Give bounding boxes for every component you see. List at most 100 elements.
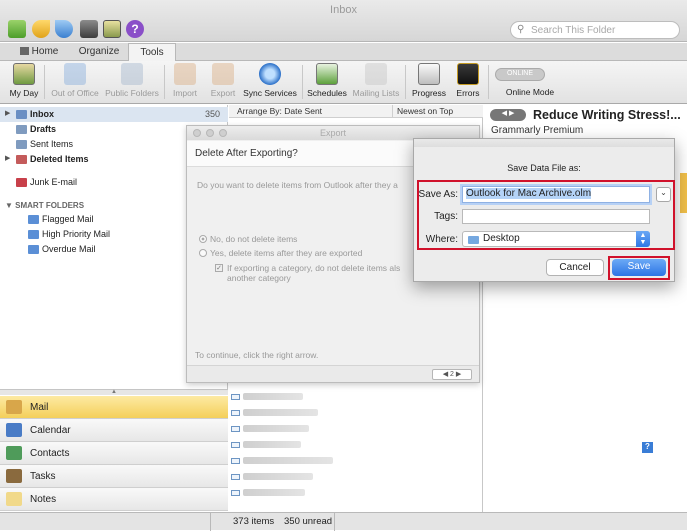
export-button[interactable]: Export [206, 63, 240, 103]
export-footer-bar: ◀ 2 ▶ [187, 365, 479, 382]
arrange-by-label: Arrange By: Date Sent [237, 106, 323, 116]
nav-notes[interactable]: Notes [0, 488, 228, 511]
smart-folders-header[interactable]: ▼ SMART FOLDERS [5, 201, 84, 210]
out-of-office-label: Out of Office [51, 88, 99, 98]
envelope-icon [231, 458, 240, 464]
highlight-box-fields [417, 180, 675, 250]
nav-tasks[interactable]: Tasks [0, 465, 228, 488]
smart-folder-icon [28, 215, 39, 224]
search-input[interactable]: ⚲ Search This Folder [510, 21, 680, 39]
progress-button[interactable]: Progress [409, 63, 449, 103]
save-button[interactable]: Save [612, 259, 666, 276]
sidebar-item-label: High Priority Mail [42, 229, 111, 239]
import-icon [174, 63, 196, 85]
radio-label: Yes, delete items after they are exporte… [210, 248, 363, 258]
redo-icon[interactable] [55, 20, 73, 38]
sidebar-item-label: Drafts [30, 124, 57, 134]
send-receive-icon[interactable] [8, 20, 26, 38]
page-stepper[interactable]: ◀ 2 ▶ [432, 369, 472, 380]
tab-home[interactable]: Home [10, 43, 68, 61]
message-row-blurred[interactable] [243, 409, 318, 416]
help-icon[interactable]: ? [126, 20, 144, 38]
online-mode-label: Online Mode [505, 87, 555, 97]
tab-organize[interactable]: Organize [70, 43, 128, 61]
cancel-button[interactable]: Cancel [546, 259, 604, 276]
errors-button[interactable]: Errors [452, 63, 484, 103]
help-icon[interactable]: ? [642, 442, 653, 453]
category-checkbox[interactable]: ✓ If exporting a category, do not delete… [215, 263, 400, 283]
public-folders-label: Public Folders [105, 88, 159, 98]
close-window-icon[interactable] [193, 129, 201, 137]
next-arrow-icon[interactable]: ▶ [456, 371, 461, 378]
radio-selected-icon [199, 235, 207, 243]
sidebar-item-label: Inbox [30, 109, 54, 119]
house-icon [19, 47, 29, 55]
radio-delete-after-export[interactable]: Yes, delete items after they are exporte… [199, 248, 362, 258]
inbox-icon [16, 110, 27, 119]
sort-order-menu[interactable]: Newest on Top [392, 105, 483, 118]
message-row-blurred[interactable] [243, 441, 301, 448]
nav-calendar[interactable]: Calendar [0, 419, 228, 442]
message-subject: Reduce Writing Stress!... [533, 108, 681, 122]
window-title: Inbox [330, 4, 357, 16]
envelope-icon [231, 474, 240, 480]
search-icon: ⚲ [517, 24, 525, 35]
nav-mail[interactable]: Mail [0, 396, 228, 419]
minimize-window-icon[interactable] [206, 129, 214, 137]
prev-arrow-icon[interactable]: ◀ [443, 371, 448, 378]
item-count: 373 items [233, 516, 275, 527]
message-row-blurred[interactable] [243, 393, 303, 400]
radio-do-not-delete[interactable]: No, do not delete items [199, 234, 297, 244]
message-row-blurred[interactable] [243, 489, 305, 496]
sent-icon [16, 140, 27, 149]
junk-icon [16, 178, 27, 187]
ribbon-divider [302, 65, 303, 99]
sidebar-splitter[interactable]: ▲ [0, 389, 228, 395]
print-icon[interactable] [80, 20, 98, 38]
online-toggle[interactable]: ONLINE [495, 68, 545, 81]
schedules-button[interactable]: Schedules [305, 63, 349, 103]
sidebar-item-label: Deleted Items [30, 154, 89, 164]
out-of-office-button[interactable]: Out of Office [48, 63, 102, 103]
my-day-button[interactable]: My Day [6, 63, 42, 103]
sidebar-item-inbox[interactable]: ▶ Inbox 350 [0, 107, 228, 122]
zoom-window-icon[interactable] [219, 129, 227, 137]
progress-label: Progress [411, 88, 446, 98]
nav-contacts[interactable]: Contacts [0, 442, 228, 465]
prev-next-arrows[interactable]: ◀ ▶ [490, 109, 526, 121]
calendar-icon[interactable] [103, 20, 121, 38]
public-folders-button[interactable]: Public Folders [104, 63, 160, 103]
sidebar-item-label: Flagged Mail [42, 214, 94, 224]
message-row-blurred[interactable] [243, 473, 313, 480]
message-banner-edge [680, 173, 687, 213]
expand-triangle-icon[interactable]: ▶ [5, 154, 10, 162]
unread-count-status: 350 unread [284, 516, 333, 527]
schedules-icon [316, 63, 338, 85]
message-row-blurred[interactable] [243, 457, 333, 464]
page-number: 2 [450, 371, 454, 378]
schedules-label: Schedules [307, 88, 347, 98]
mailing-lists-button[interactable]: Mailing Lists [351, 63, 401, 103]
status-divider [210, 513, 211, 531]
export-question: Do you want to delete items from Outlook… [197, 180, 398, 190]
sidebar-item-label: Overdue Mail [42, 244, 96, 254]
tasks-icon [6, 469, 22, 483]
radio-label: No, do not delete items [210, 234, 298, 244]
ribbon-divider [44, 65, 45, 99]
import-button[interactable]: Import [168, 63, 202, 103]
tab-tools[interactable]: Tools [128, 43, 176, 61]
my-day-icon [13, 63, 35, 85]
undo-icon[interactable] [32, 20, 50, 38]
checkmark-icon: ✓ [215, 264, 223, 272]
sidebar-item-label: Sent Items [30, 139, 74, 149]
ribbon-toolbar: My Day Out of Office Public Folders Impo… [0, 61, 687, 104]
expand-triangle-icon[interactable]: ▶ [5, 109, 10, 117]
export-icon [212, 63, 234, 85]
tab-organize-label: Organize [78, 46, 120, 57]
checkbox-label-1: If exporting a category, do not delete i… [227, 263, 401, 273]
dialog-top-edge [414, 139, 674, 147]
status-divider [334, 513, 335, 531]
sync-services-button[interactable]: Sync Services [242, 63, 298, 103]
out-of-office-icon [64, 63, 86, 85]
message-row-blurred[interactable] [243, 425, 309, 432]
